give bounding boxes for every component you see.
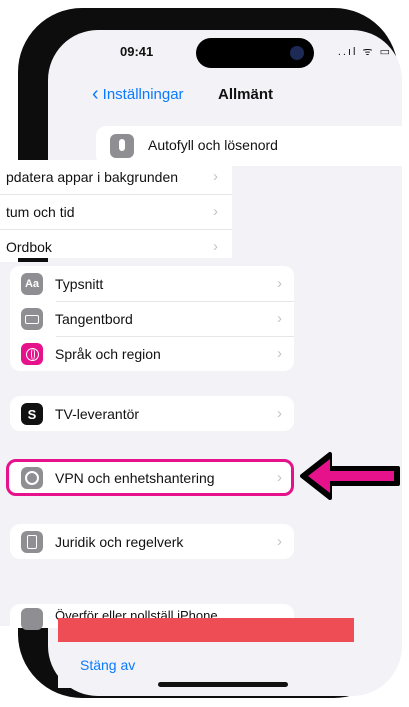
nav-bar: ‹ Inställningar Allmänt [48, 74, 402, 114]
settings-group: S TV-leverantör › [10, 396, 294, 431]
document-icon [21, 531, 43, 553]
chevron-right-icon: › [277, 310, 282, 327]
settings-item-tv-provider[interactable]: S TV-leverantör › [10, 396, 294, 431]
signal-wifi-battery-icon: ..ıl ᯤ ▭ [337, 46, 392, 58]
chevron-right-icon: › [213, 168, 218, 185]
settings-group: Juridik och regelverk › [10, 524, 294, 559]
list-item-label: tum och tid [6, 204, 75, 220]
list-item[interactable]: tum och tid › [0, 195, 232, 230]
settings-item-vpn[interactable]: VPN och enhetshantering › [10, 460, 294, 495]
chevron-right-icon: › [213, 203, 218, 220]
bottom-panel: Stäng av [58, 642, 354, 688]
reset-bar [58, 618, 354, 642]
list-item-label: pdatera appar i bakgrunden [6, 169, 179, 185]
list-item[interactable]: pdatera appar i bakgrunden › [0, 160, 232, 195]
key-icon [110, 134, 134, 158]
status-bar: 09:41 ..ıl ᯤ ▭ [48, 30, 402, 70]
chevron-left-icon: ‹ [92, 83, 99, 105]
settings-item-label: Tangentbord [55, 311, 133, 327]
back-label: Inställningar [102, 86, 184, 103]
home-indicator[interactable] [158, 682, 288, 687]
settings-group: Aa Typsnitt › Tangentbord › Språk och re… [10, 266, 294, 371]
arrow-pointer-icon [300, 452, 400, 500]
turn-off-button[interactable]: Stäng av [80, 657, 135, 673]
chevron-right-icon: › [277, 405, 282, 422]
tv-provider-icon: S [21, 403, 43, 425]
chevron-right-icon: › [277, 469, 282, 486]
settings-item-label: Språk och region [55, 346, 161, 362]
page-title: Allmänt [218, 86, 274, 103]
camera-icon [290, 46, 304, 60]
chevron-right-icon: › [277, 533, 282, 550]
globe-icon [21, 343, 43, 365]
settings-item-label: TV-leverantör [55, 406, 140, 422]
font-icon: Aa [21, 273, 43, 295]
list-item[interactable]: Ordbok › [0, 230, 232, 258]
settings-item-keyboard[interactable]: Tangentbord › [10, 301, 294, 336]
settings-item-label: Typsnitt [55, 276, 104, 292]
back-button[interactable]: ‹ Inställningar [92, 83, 184, 105]
chevron-right-icon: › [277, 345, 282, 362]
settings-item-label: Juridik och regelverk [55, 534, 184, 550]
settings-item-language[interactable]: Språk och region › [10, 336, 294, 371]
gear-icon [21, 467, 43, 489]
dynamic-island [196, 38, 314, 68]
background-settings-list: pdatera appar i bakgrunden › tum och tid… [0, 160, 232, 258]
settings-group: VPN och enhetshantering › [10, 460, 294, 495]
chevron-right-icon: › [213, 238, 218, 255]
chevron-right-icon: › [277, 275, 282, 292]
list-item-label: Ordbok [6, 239, 52, 255]
settings-item-legal[interactable]: Juridik och regelverk › [10, 524, 294, 559]
reset-icon [21, 608, 43, 630]
settings-item-label: VPN och enhetshantering [55, 470, 215, 486]
keyboard-icon [21, 308, 43, 330]
settings-item-font[interactable]: Aa Typsnitt › [10, 266, 294, 301]
settings-list: Aa Typsnitt › Tangentbord › Språk och re… [0, 262, 300, 630]
status-time: 09:41 [120, 44, 154, 59]
autofill-label: Autofyll och lösenord [148, 137, 278, 153]
